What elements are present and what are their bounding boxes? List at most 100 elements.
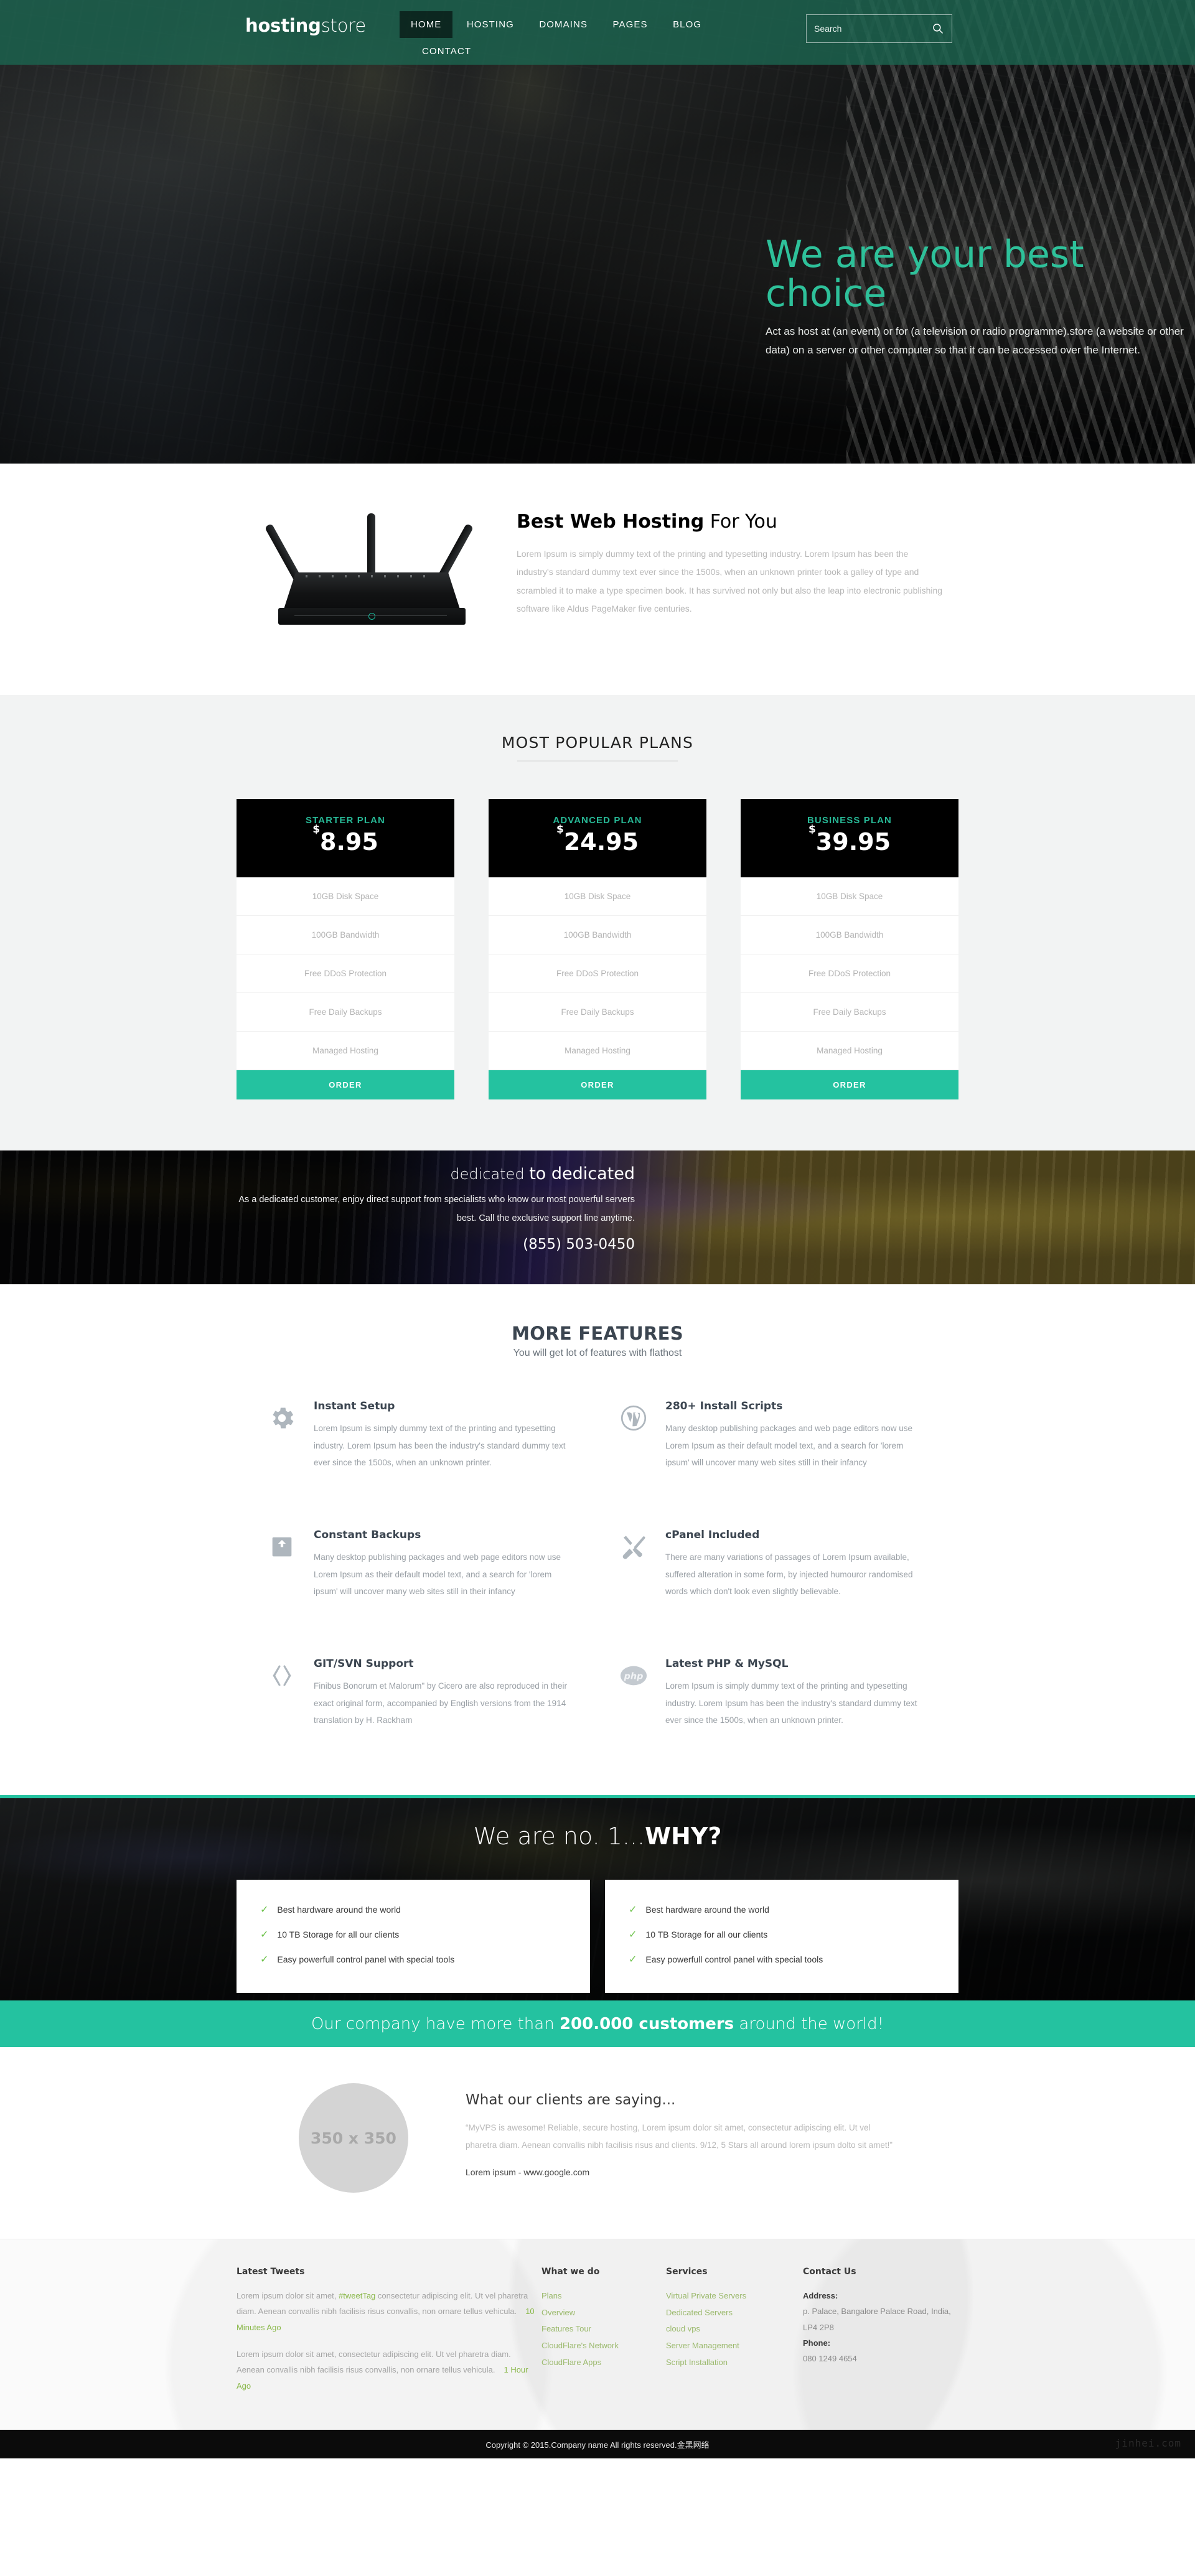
plan-name: ADVANCED PLAN [553,815,642,826]
dedicated-phone[interactable]: (855) 503-0450 [237,1236,635,1253]
feature-title: Constant Backups [314,1529,421,1542]
footer-link-overview[interactable]: Overview [541,2305,660,2322]
plan-order-button[interactable]: ORDER [237,1070,454,1099]
plans-title: MOST POPULAR PLANS [501,734,694,752]
feature-title: Instant Setup [314,1400,395,1412]
feature-body: Lorem Ipsum is simply dummy text of the … [665,1681,917,1725]
nav-item-home[interactable]: HOME [400,11,453,38]
plan-currency: $ [808,823,816,836]
feature-item-instant-setup: Instant Setup Lorem Ipsum is simply dumm… [268,1391,576,1493]
logo-bold-text: hosting [245,15,321,36]
why-list-item-label: Best hardware around the world [277,1905,401,1915]
plans-section: MOST POPULAR PLANS STARTER PLAN $8.95 10… [0,695,1195,1150]
features-section: MORE FEATURES You will get lot of featur… [0,1284,1195,1796]
footer-link-plans[interactable]: Plans [541,2288,660,2305]
plan-feature: 100GB Bandwidth [237,916,454,954]
feature-body: Finibus Bonorum et Malorum" by Cicero ar… [314,1681,567,1725]
plan-header: ADVANCED PLAN $24.95 [489,799,706,877]
why-card-left: ✓ Best hardware around the world ✓ 10 TB S… [237,1880,590,1994]
plan-order-button[interactable]: ORDER [489,1070,706,1099]
plan-feature: Managed Hosting [741,1032,958,1070]
main-navigation: HOME HOSTING DOMAINS PAGES BLOG CONTACT [400,11,798,65]
why-list-item: ✓ Best hardware around the world [260,1897,566,1922]
plan-currency: $ [312,823,321,836]
footer-link-server-management[interactable]: Server Management [666,2338,797,2354]
why-list-item: ✓ Best hardware around the world [629,1897,935,1922]
footer-link-vps[interactable]: Virtual Private Servers [666,2288,797,2305]
plans-grid: STARTER PLAN $8.95 10GB Disk Space 100GB… [237,799,958,1099]
plan-name: STARTER PLAN [306,815,385,826]
nav-item-domains[interactable]: DOMAINS [528,11,599,38]
footer-heading-services: Services [666,2267,708,2277]
customers-banner-post: around the world! [734,2014,884,2033]
footer-address-label: Address: [803,2291,838,2301]
plan-feature: Free Daily Backups [237,993,454,1032]
customers-banner-pre: Our company have more than [311,2014,560,2033]
features-grid: Instant Setup Lorem Ipsum is simply dumm… [237,1391,958,1750]
footer-link-cloudflare-network[interactable]: CloudFlare's Network [541,2338,660,2354]
feature-title: cPanel Included [665,1529,760,1542]
hero-subtitle: Act as host at (an event) or for (a tele… [766,325,1184,356]
logo-light-text: store [321,15,367,36]
why-list-item-label: Best hardware around the world [645,1905,769,1915]
watermark-text: jinhei.com [1115,2437,1181,2450]
footer-link-cloud-vps[interactable]: cloud vps [666,2321,797,2338]
plan-header: STARTER PLAN $8.95 [237,799,454,877]
footer-link-cloudflare-apps[interactable]: CloudFlare Apps [541,2354,660,2371]
plan-card-business: BUSINESS PLAN $39.95 10GB Disk Space 100… [741,799,958,1099]
testimonial-cite: Lorem ipsum - www.google.com [466,2167,590,2177]
footer-link-dedicated-servers[interactable]: Dedicated Servers [666,2305,797,2322]
customers-banner-highlight: 200.000 customers [559,2014,734,2033]
hero-title: We are your best choice [766,233,1084,315]
feature-item-php-mysql: php Latest PHP & MySQL Lorem Ipsum is si… [619,1622,927,1750]
site-header: hostingstore HOME HOSTING DOMAINS PAGES … [0,0,1195,65]
nav-item-pages[interactable]: PAGES [602,11,659,38]
footer-phone-value[interactable]: 080 1249 4654 [803,2354,857,2363]
plan-card-starter: STARTER PLAN $8.95 10GB Disk Space 100GB… [237,799,454,1099]
why-cards: ✓ Best hardware around the world ✓ 10 TB S… [237,1880,958,1994]
nav-item-contact[interactable]: CONTACT [411,38,482,65]
search-box[interactable] [806,14,952,43]
router-illustration [237,507,504,663]
footer-link-features-tour[interactable]: Features Tour [541,2321,660,2338]
feature-title: Latest PHP & MySQL [665,1658,789,1671]
nav-item-hosting[interactable]: HOSTING [456,11,525,38]
feature-item-git-svn: GIT/SVN Support Finibus Bonorum et Malor… [268,1622,576,1750]
footer-contact-block: Address: p. Palace, Bangalore Palace Roa… [803,2288,958,2367]
feature-body: Many desktop publishing packages and web… [665,1424,913,1468]
footer-heading-contact: Contact Us [803,2267,856,2277]
feature-item-install-scripts: 280+ Install Scripts Many desktop publis… [619,1391,927,1493]
plan-feature: 10GB Disk Space [237,877,454,916]
router-power-led-icon [368,613,375,620]
plan-feature: Free Daily Backups [741,993,958,1032]
why-title: We are no. 1...WHY? [237,1822,958,1850]
tweet-hashtag[interactable]: #tweetTag [339,2291,375,2300]
search-input[interactable] [814,15,926,42]
site-footer: Latest Tweets Lorem ipsum dolor sit amet… [0,2239,1195,2430]
tweet-item: Lorem ipsum dolor sit amet, consectetur … [237,2346,535,2394]
footer-link-script-installation[interactable]: Script Installation [666,2354,797,2371]
plan-feature: Managed Hosting [237,1032,454,1070]
features-subtitle: You will get lot of features with flatho… [513,1348,682,1358]
intro-section: Best Web Hosting For You Lorem Ipsum is … [0,464,1195,695]
plan-price: $8.95 [237,823,454,856]
search-icon[interactable] [932,22,944,35]
nav-item-blog[interactable]: BLOG [662,11,713,38]
footer-phone-label: Phone: [803,2338,831,2348]
plan-price: $39.95 [741,823,958,856]
plan-feature: Managed Hosting [489,1032,706,1070]
site-logo[interactable]: hostingstore [245,15,366,36]
check-icon: ✓ [260,1954,269,1966]
router-body [283,572,461,611]
intro-heading: Best Web Hosting For You [517,511,958,533]
plan-price: $24.95 [489,823,706,856]
customers-banner: Our company have more than 200.000 custo… [0,2000,1195,2048]
avatar: 350 x 350 [299,2083,408,2193]
tweet-text-pre: Lorem ipsum dolor sit amet, [237,2291,339,2301]
plan-feature: Free Daily Backups [489,993,706,1032]
plan-order-button[interactable]: ORDER [741,1070,958,1099]
plan-feature: 10GB Disk Space [489,877,706,916]
backup-icon [268,1529,314,1600]
code-brackets-icon [268,1658,314,1729]
customers-banner-text: Our company have more than 200.000 custo… [311,2015,884,2033]
